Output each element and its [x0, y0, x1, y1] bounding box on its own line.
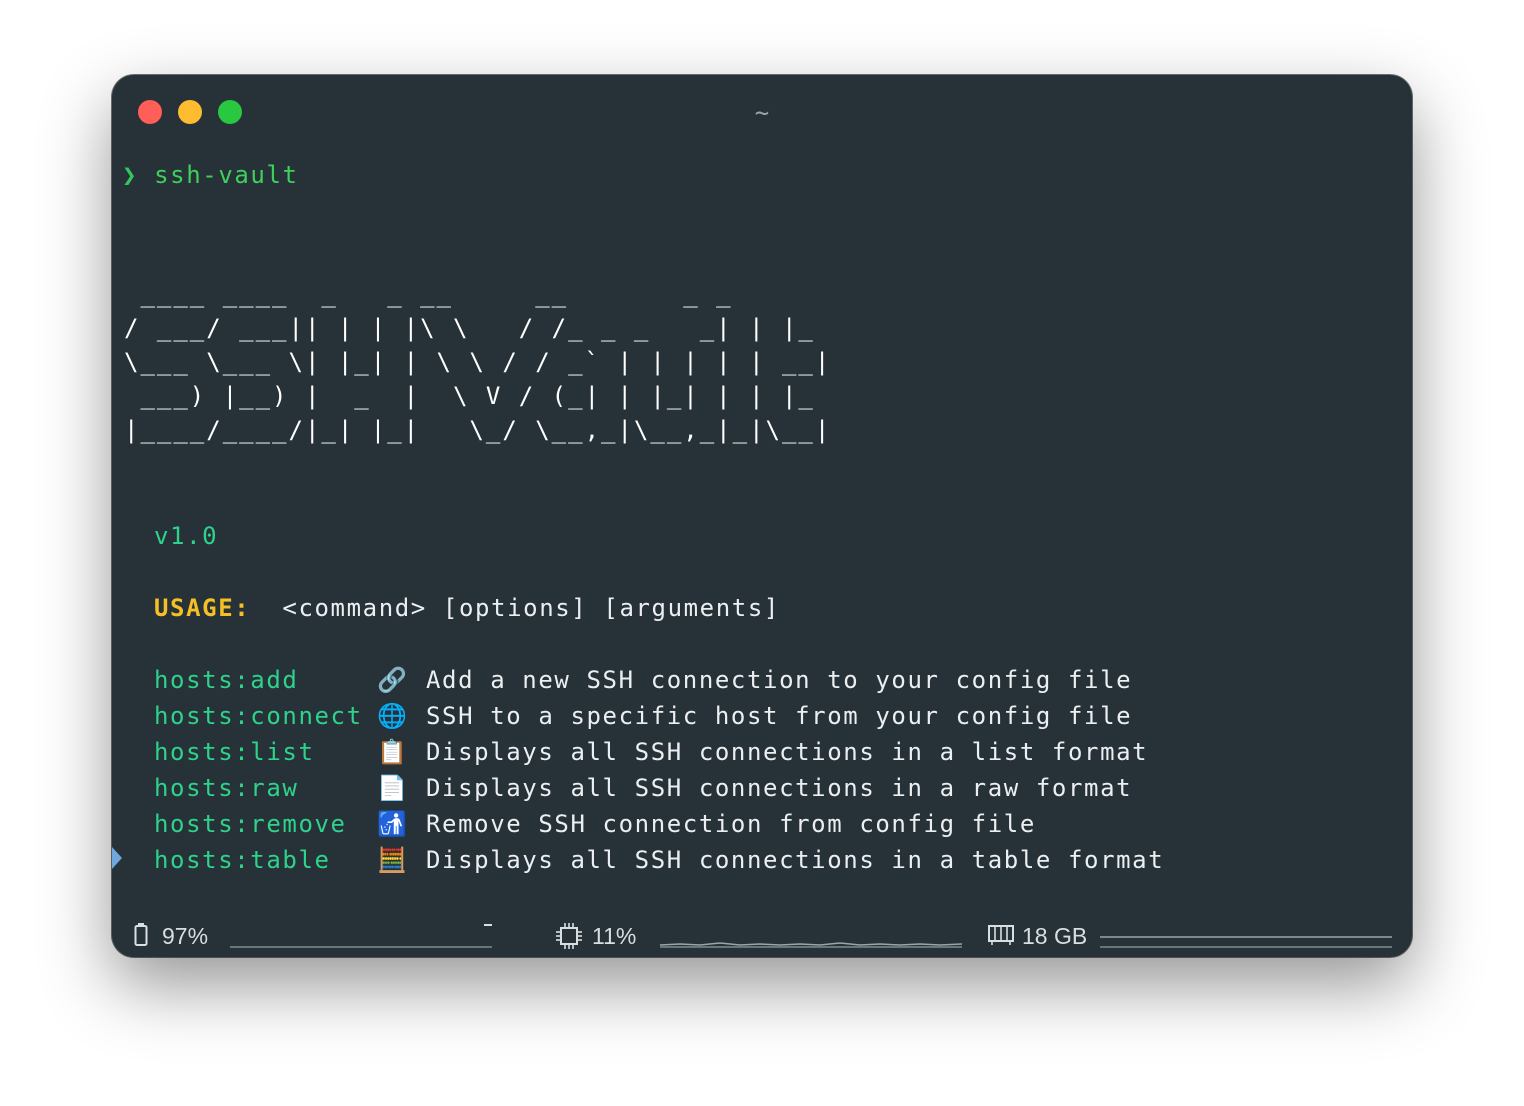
command-description: Add a new SSH connection to your config …	[426, 666, 1133, 694]
status-bar: 97% 11% 18 GB	[112, 905, 1412, 957]
command-description: Displays all SSH connections in a table …	[426, 846, 1165, 874]
battery-graph	[230, 924, 492, 948]
command-description: Displays all SSH connections in a raw fo…	[426, 774, 1133, 802]
prompt-line: ❯ ssh-vault	[122, 157, 299, 193]
cpu-value: 11%	[592, 923, 637, 949]
abacus-icon: 🧮	[377, 846, 409, 874]
command-name: hosts:remove	[154, 810, 347, 838]
command-row: hosts:add 🔗 Add a new SSH connection to …	[154, 662, 1131, 698]
globe-icon: 🌐	[377, 702, 409, 730]
trash-icon: 🚮	[377, 810, 409, 838]
ascii-art-banner: ____ ____ _ _ __ __ _ _ / ___/ ___|| | |…	[124, 277, 831, 447]
ascii-art-line: ___) |__) | _ | \ V / (_| | |_| | | |_	[124, 382, 832, 410]
memory-graph	[1100, 936, 1392, 948]
command-description: Displays all SSH connections in a list f…	[426, 738, 1149, 766]
command-name: hosts:raw	[154, 774, 299, 802]
memory-value: 18 GB	[1022, 923, 1088, 949]
command-row: hosts:raw 📄 Displays all SSH connections…	[154, 770, 1131, 806]
command-name: hosts:add	[154, 666, 299, 694]
typed-command: ssh-vault	[154, 161, 299, 189]
command-row: hosts:remove 🚮 Remove SSH connection fro…	[154, 806, 1034, 842]
command-name: hosts:connect	[154, 702, 363, 730]
terminal-window: ~ ❯ ssh-vault ____ ____ _ _ __ __ _ _ / …	[112, 75, 1412, 957]
clipboard-icon: 📋	[377, 738, 409, 766]
usage-line: USAGE: <command> [options] [arguments]	[154, 590, 780, 626]
command-name: hosts:list	[154, 738, 315, 766]
command-row: hosts:list 📋 Displays all SSH connection…	[154, 734, 1147, 770]
selection-marker-icon	[112, 847, 122, 869]
battery-icon	[134, 923, 148, 946]
ascii-art-line: |____/____/|_| |_| \_/ \__,_|\__,_|_|\__…	[124, 416, 832, 444]
battery-value: 97%	[162, 923, 209, 949]
ascii-art-line: ____ ____ _ _ __ __ _ _	[124, 280, 782, 308]
window-title: ~	[754, 99, 770, 127]
version-text: v1.0	[154, 522, 219, 550]
ascii-art-line: \___ \___ \| |_| | \ \ / / _` | | | | | …	[124, 348, 832, 376]
usage-label: USAGE:	[154, 594, 251, 622]
command-description: SSH to a specific host from your config …	[426, 702, 1133, 730]
command-row: hosts:table 🧮 Displays all SSH connectio…	[154, 842, 1163, 878]
cpu-graph	[660, 942, 963, 948]
link-icon: 🔗	[377, 666, 409, 694]
command-description: Remove SSH connection from config file	[426, 810, 1036, 838]
command-name: hosts:table	[154, 846, 331, 874]
memory-icon	[988, 925, 1014, 945]
prompt-arrow-icon: ❯	[122, 161, 139, 189]
usage-text: <command> [options] [arguments]	[282, 594, 780, 622]
page-icon: 📄	[377, 774, 409, 802]
ascii-art-line: / ___/ ___|| | | |\ \ / /_ _ _ _| | |_	[124, 314, 832, 342]
command-row: hosts:connect 🌐 SSH to a specific host f…	[154, 698, 1131, 734]
cpu-icon	[556, 923, 582, 949]
